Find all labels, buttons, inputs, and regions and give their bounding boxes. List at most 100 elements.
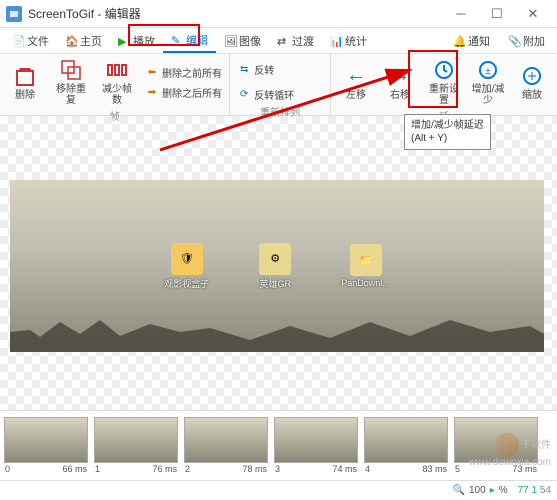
minimize-button[interactable]: ─ — [443, 0, 479, 28]
arrow-right-del-icon: ➡ — [145, 85, 159, 99]
menu-edit[interactable]: ✎编辑 — [163, 29, 216, 53]
move-left-button[interactable]: ←左移 — [335, 62, 377, 103]
ribbon-group-frames: 删除 移除重复 减少帧数 ⬅删除之前所有 ➡删除之后所有 帧 — [0, 54, 230, 115]
zoom-control[interactable]: 🔍 100 ▸ % — [453, 485, 508, 496]
frame-preview: 🛡 观影视盒子 ⚙ 英雄GR 📁 PanDownl... — [10, 180, 544, 352]
reverse-button[interactable]: ⇆反转 — [234, 60, 326, 79]
app-icon-1: 🛡 — [171, 243, 203, 275]
transition-icon: ⇄ — [277, 35, 289, 47]
thumb-index: 1 — [95, 464, 100, 474]
desktop-icon-1: 🛡 观影视盒子 — [164, 243, 209, 290]
thumb-image — [4, 417, 88, 463]
desktop-icon-3: 📁 PanDownl... — [341, 244, 390, 288]
watermark: 下软件 www.downxia.com — [469, 433, 551, 468]
menu-home[interactable]: 🏠主页 — [57, 30, 110, 52]
edit-icon: ✎ — [171, 34, 183, 46]
frame-counter: 77 1 54 — [518, 485, 551, 496]
menu-image[interactable]: 🖼图像 — [216, 30, 269, 52]
delete-after-button[interactable]: ➡删除之后所有 — [142, 83, 225, 102]
zoom-value: 100 — [469, 485, 486, 496]
home-icon: 🏠 — [65, 35, 77, 47]
scale-button[interactable]: 缩放 — [511, 62, 553, 103]
left-icon: ← — [344, 64, 368, 88]
reduce-icon — [105, 58, 129, 82]
canvas-area[interactable]: 🛡 观影视盒子 ⚙ 英雄GR 📁 PanDownl... — [0, 116, 557, 410]
desktop-icon-2: ⚙ 英雄GR — [259, 243, 291, 290]
bell-icon: 🔔 — [453, 35, 465, 47]
image-icon: 🖼 — [224, 35, 236, 47]
counter-sep: 1 — [532, 485, 538, 496]
title-bar: ScreenToGif - 编辑器 ─ ☐ ✕ — [0, 0, 557, 28]
tooltip-title: 增加/减少帧延迟 — [411, 119, 484, 132]
status-bar: 🔍 100 ▸ % 77 1 54 — [0, 480, 557, 500]
thumb-index: 0 — [5, 464, 10, 474]
watermark-logo-icon — [495, 433, 519, 457]
inc-dec-button[interactable]: ±增加/减少 — [467, 56, 509, 108]
tooltip-shortcut: (Alt + Y) — [411, 132, 484, 145]
thumbnail[interactable]: 1 76 ms — [92, 417, 180, 475]
reduce-frames-button[interactable]: 减少帧数 — [96, 56, 138, 108]
arrow-left-del-icon: ⬅ — [145, 65, 159, 79]
remove-duplicates-button[interactable]: 移除重复 — [50, 56, 92, 108]
svg-text:±: ± — [485, 66, 491, 77]
thumbnail[interactable]: 483 ms — [362, 417, 450, 475]
thumb-index: 2 — [185, 464, 190, 474]
play-icon: ▶ — [118, 35, 130, 47]
thumbnail[interactable]: 3 74 ms — [272, 417, 360, 475]
zoom-unit: % — [499, 485, 508, 496]
menu-bar: 📄文件 🏠主页 ▶播放 ✎编辑 🖼图像 ⇄过渡 📊统计 🔔通知 📎附加 — [0, 28, 557, 54]
ribbon-group-move: ←左移 →右移 重新设置 ±增加/减少 缩放 延 — [331, 54, 557, 115]
clock-reset-icon — [432, 58, 456, 82]
thumb-image — [94, 417, 178, 463]
menu-transition[interactable]: ⇄过渡 — [269, 30, 322, 52]
thumbnail[interactable]: 2 78 ms — [182, 417, 270, 475]
thumbnail[interactable]: 0 66 ms — [2, 417, 90, 475]
delete-button[interactable]: 删除 — [4, 62, 46, 103]
remove-dup-icon — [59, 58, 83, 82]
thumb-ms: 76 ms — [152, 464, 177, 474]
delete-before-button[interactable]: ⬅删除之前所有 — [142, 63, 225, 82]
maximize-button[interactable]: ☐ — [479, 0, 515, 28]
window-title: ScreenToGif - 编辑器 — [28, 5, 443, 22]
menu-file[interactable]: 📄文件 — [4, 30, 57, 52]
menu-play[interactable]: ▶播放 — [110, 30, 163, 52]
thumb-index: 5 — [455, 464, 460, 474]
stats-icon: 📊 — [330, 35, 342, 47]
close-button[interactable]: ✕ — [515, 0, 551, 28]
thumb-image — [274, 417, 358, 463]
zoom-caret[interactable]: ▸ — [490, 485, 495, 496]
city-silhouette — [10, 312, 544, 352]
loop-icon: ⟳ — [237, 88, 251, 102]
reverse-icon: ⇆ — [237, 63, 251, 77]
reset-button[interactable]: 重新设置 — [423, 56, 465, 108]
file-icon: 📄 — [12, 35, 24, 47]
clock-scale-icon — [520, 64, 544, 88]
window-controls: ─ ☐ ✕ — [443, 0, 551, 28]
thumb-ms: 66 ms — [62, 464, 87, 474]
app-icon-3: 📁 — [350, 244, 382, 276]
menu-notify[interactable]: 🔔通知 — [445, 30, 498, 52]
thumb-ms: 74 ms — [332, 464, 357, 474]
watermark-text: 下软件 — [521, 440, 551, 451]
thumb-index: 3 — [275, 464, 280, 474]
app-icon — [6, 6, 22, 22]
thumb-image — [184, 417, 268, 463]
move-right-button[interactable]: →右移 — [379, 62, 421, 103]
attach-icon: 📎 — [508, 35, 520, 47]
zoom-icon: 🔍 — [453, 485, 465, 496]
thumb-image — [364, 417, 448, 463]
frame-count: 77 — [518, 485, 529, 496]
delete-icon — [13, 64, 37, 88]
menu-stats[interactable]: 📊统计 — [322, 30, 375, 52]
frame-total: 54 — [540, 485, 551, 496]
app-icon-2: ⚙ — [259, 243, 291, 275]
thumb-ms: 78 ms — [242, 464, 267, 474]
menu-attach[interactable]: 📎附加 — [500, 30, 553, 52]
ribbon-group-rearrange: ⇆反转 ⟳反转循环 重新排列 — [230, 54, 331, 115]
tooltip: 增加/减少帧延迟 (Alt + Y) — [404, 114, 491, 150]
reverse-loop-button[interactable]: ⟳反转循环 — [234, 85, 326, 104]
watermark-url: www.downxia.com — [469, 457, 551, 468]
clock-plusminus-icon: ± — [476, 58, 500, 82]
ribbon-toolbar: 删除 移除重复 减少帧数 ⬅删除之前所有 ➡删除之后所有 帧 ⇆反转 ⟳反转循环… — [0, 54, 557, 116]
right-icon: → — [388, 64, 412, 88]
